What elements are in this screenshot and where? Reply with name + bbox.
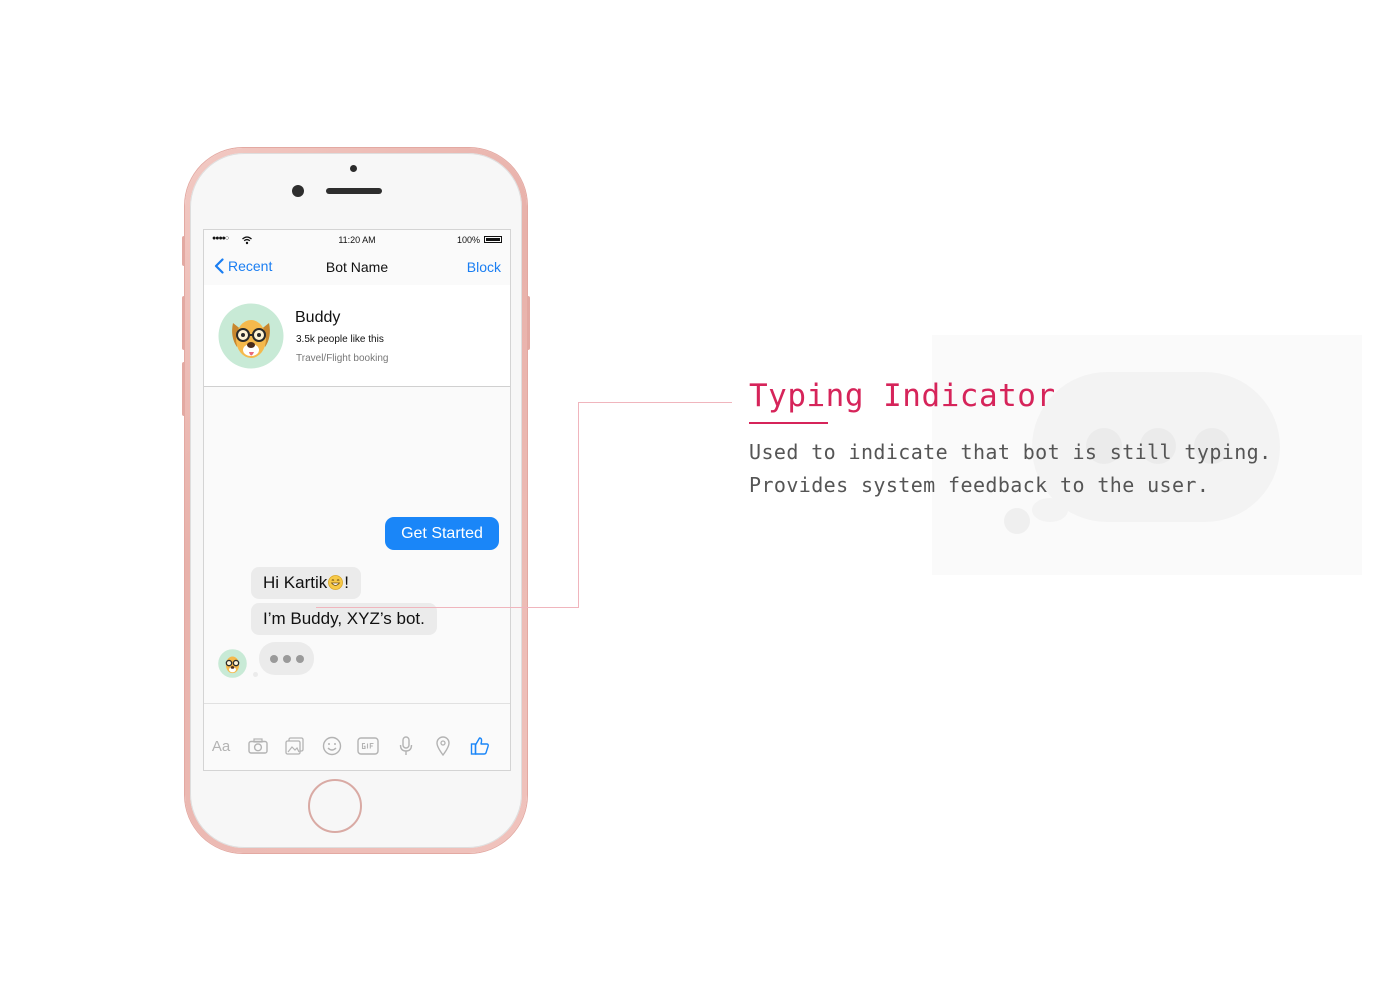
bot-message-text: Hi Kartik xyxy=(263,573,328,592)
bot-message-text: I’m Buddy, XYZ’s bot. xyxy=(263,609,425,628)
composer-toolbar: Aa xyxy=(204,734,510,764)
bot-name: Buddy xyxy=(295,309,341,326)
back-button[interactable]: Recent xyxy=(214,258,272,274)
navigation-bar: Recent Bot Name Block xyxy=(204,250,510,284)
annotation-description: Used to indicate that bot is still typin… xyxy=(749,436,1349,502)
thumbs-up-icon[interactable] xyxy=(468,734,492,758)
emoji-icon[interactable] xyxy=(320,734,344,758)
text-format-label: Aa xyxy=(211,737,231,755)
bot-likes-count: 3.5k people like this xyxy=(296,334,384,345)
callout-line-horizontal xyxy=(316,607,579,608)
chevron-left-icon xyxy=(214,258,224,274)
callout-line-top xyxy=(578,402,732,403)
composer-divider xyxy=(204,703,510,704)
phone-screen: ●●●●○ 11:20 AM 100% Recent Bot Name Bloc… xyxy=(204,230,510,770)
gif-icon[interactable] xyxy=(356,734,380,758)
typing-dot xyxy=(270,655,278,663)
status-bar: ●●●●○ 11:20 AM 100% xyxy=(204,230,510,250)
typing-illustration-tail-dot xyxy=(1004,508,1030,534)
location-pin-icon[interactable] xyxy=(431,734,455,758)
bot-message-punctuation: ! xyxy=(344,573,349,592)
block-button[interactable]: Block xyxy=(467,259,501,275)
bot-profile-header: Buddy 3.5k people like this Travel/Fligh… xyxy=(204,285,510,387)
front-camera xyxy=(292,185,304,197)
annotation-title-underline xyxy=(749,422,828,424)
get-started-button[interactable]: Get Started xyxy=(385,517,499,550)
typing-indicator xyxy=(259,642,314,675)
callout-line-vertical xyxy=(578,402,579,608)
bot-avatar xyxy=(218,303,284,369)
back-button-label: Recent xyxy=(228,258,273,274)
proximity-sensor xyxy=(350,165,357,172)
grinning-emoji-icon xyxy=(328,575,344,590)
camera-icon[interactable] xyxy=(246,734,270,758)
annotation-line: Used to indicate that bot is still typin… xyxy=(749,440,1272,464)
typing-dot xyxy=(296,655,304,663)
battery-icon xyxy=(484,236,502,243)
battery-percentage: 100% xyxy=(456,235,480,245)
typing-dot xyxy=(283,655,291,663)
microphone-icon[interactable] xyxy=(394,734,418,758)
text-format-icon[interactable]: Aa xyxy=(209,734,233,758)
annotation-line: Provides system feedback to the user. xyxy=(749,473,1210,497)
annotation-title: Typing Indicator xyxy=(749,378,1056,414)
earpiece-speaker xyxy=(326,188,382,194)
photo-gallery-icon[interactable] xyxy=(283,734,307,758)
bot-category: Travel/Flight booking xyxy=(296,353,389,364)
typing-indicator-tail xyxy=(253,672,258,677)
bot-avatar-small xyxy=(218,649,247,678)
home-button[interactable] xyxy=(308,779,362,833)
bot-message-bubble: Hi Kartik ! xyxy=(251,567,361,599)
